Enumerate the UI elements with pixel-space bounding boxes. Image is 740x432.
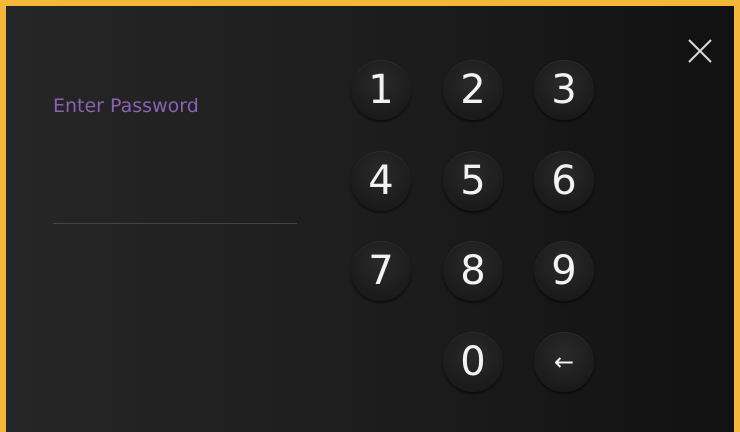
password-field[interactable]	[53, 156, 297, 224]
backspace-button[interactable]: ←	[534, 332, 594, 392]
keypad-key-8[interactable]: 8	[443, 241, 503, 301]
keypad-key-7[interactable]: 7	[351, 241, 411, 301]
keypad-key-6[interactable]: 6	[534, 151, 594, 211]
keypad-key-3[interactable]: 3	[534, 60, 594, 120]
close-icon	[688, 39, 712, 63]
password-dialog: Enter Password 1 2 3 4 5 6 7 8 9 0 ←	[0, 0, 740, 432]
password-prompt-label: Enter Password	[53, 95, 199, 117]
close-button[interactable]	[686, 37, 714, 65]
keypad-key-0[interactable]: 0	[443, 332, 503, 392]
keypad-key-2[interactable]: 2	[443, 60, 503, 120]
keypad-key-4[interactable]: 4	[351, 151, 411, 211]
backspace-arrow-icon: ←	[553, 348, 575, 376]
keypad-key-9[interactable]: 9	[534, 241, 594, 301]
keypad-key-5[interactable]: 5	[443, 151, 503, 211]
keypad-key-1[interactable]: 1	[351, 60, 411, 120]
